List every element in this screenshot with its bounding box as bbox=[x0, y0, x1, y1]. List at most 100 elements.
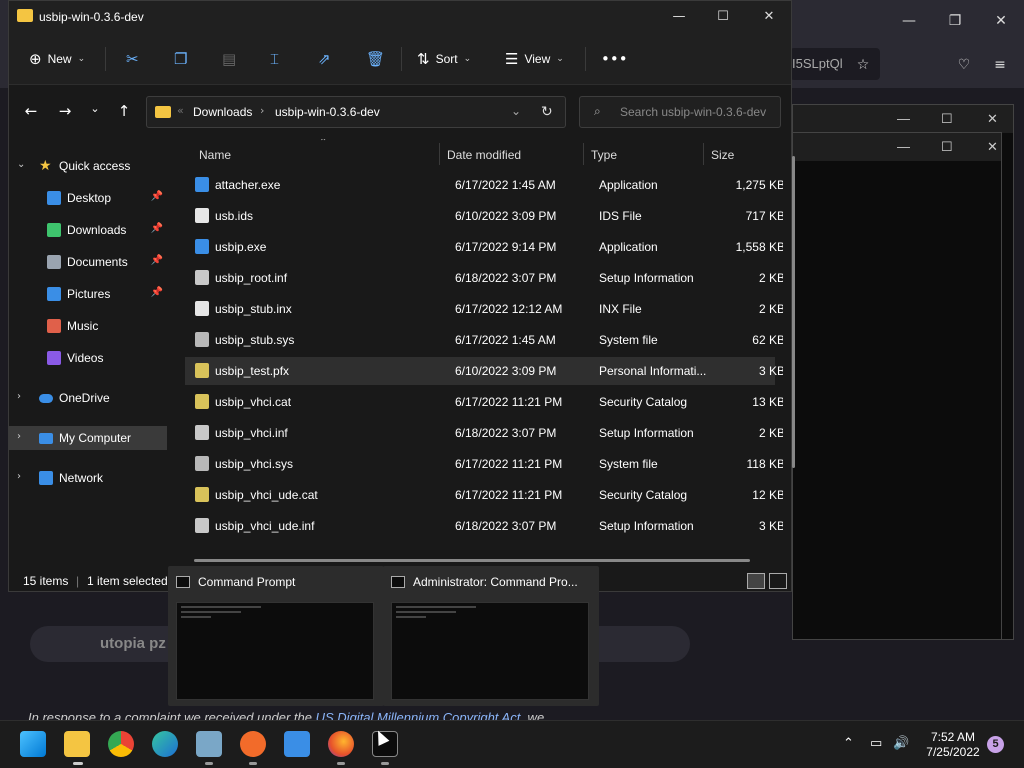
pin-icon[interactable]: 📌 bbox=[151, 191, 163, 202]
back-arrow-icon[interactable]: ← bbox=[21, 102, 41, 120]
rename-button[interactable]: ⌶ bbox=[270, 46, 279, 72]
taskbar: ⌃ ▭ 🔊 7:52 AM 7/25/2022 5 bbox=[0, 720, 1024, 768]
remote-desktop-icon[interactable] bbox=[196, 731, 222, 757]
chrome-icon[interactable] bbox=[108, 731, 134, 757]
breadcrumb-current[interactable]: usbip-win-0.3.6-dev bbox=[275, 105, 380, 119]
chevron-down-icon: ⌄ bbox=[556, 54, 564, 64]
share-button[interactable]: ⇗ bbox=[318, 46, 331, 72]
file-type: Security Catalog bbox=[599, 395, 688, 409]
edge-icon[interactable] bbox=[152, 731, 178, 757]
file-file-icon bbox=[195, 208, 209, 223]
search-input[interactable]: ⌕ Search usbip-win-0.3.6-dev bbox=[579, 96, 781, 128]
minimize-icon[interactable]: — bbox=[669, 7, 689, 27]
star-icon: ★ bbox=[39, 157, 52, 173]
start-icon[interactable] bbox=[20, 731, 46, 757]
pin-icon[interactable]: 📌 bbox=[151, 223, 163, 234]
pin-icon[interactable]: 📌 bbox=[151, 255, 163, 266]
bg-minimize-icon[interactable]: — bbox=[900, 12, 918, 30]
store-icon[interactable] bbox=[284, 731, 310, 757]
file-row[interactable]: usb.ids 6/10/2022 3:09 PM IDS File 717 KB bbox=[185, 202, 783, 230]
file-row[interactable]: usbip.exe 6/17/2022 9:14 PM Application 1,5… bbox=[185, 233, 783, 261]
nav-item-documents[interactable]: Documents 📌 bbox=[9, 250, 167, 274]
file-row[interactable]: usbip_vhci.cat 6/17/2022 11:21 PM Security… bbox=[185, 388, 783, 416]
nav-item-downloads[interactable]: Downloads 📌 bbox=[9, 218, 167, 242]
copy-icon: ❐ bbox=[174, 50, 188, 68]
more-options-button[interactable]: ••• bbox=[601, 46, 628, 72]
column-header-name[interactable]: Name bbox=[199, 139, 231, 169]
maximize-icon[interactable]: ☐ bbox=[713, 7, 733, 27]
cut-button[interactable]: ✂ bbox=[126, 46, 139, 72]
bg-maximize-icon[interactable]: ❐ bbox=[946, 12, 964, 30]
vertical-scrollbar[interactable] bbox=[792, 156, 795, 468]
nav-quick-access[interactable]: ⌄ ★ Quick access bbox=[9, 154, 167, 178]
pocket-icon[interactable]: ♡ bbox=[955, 56, 973, 74]
large-icons-view-button[interactable] bbox=[769, 573, 787, 589]
breadcrumb-downloads[interactable]: Downloads bbox=[193, 105, 252, 119]
details-view-button[interactable] bbox=[747, 573, 765, 589]
new-button[interactable]: ⊕ New ⌄ bbox=[29, 46, 85, 72]
column-header-date[interactable]: Date modified bbox=[447, 139, 521, 169]
file-type: IDS File bbox=[599, 209, 642, 223]
file-row[interactable]: usbip_stub.inx 6/17/2022 12:12 AM INX File… bbox=[185, 295, 783, 323]
file-size: 3 KB bbox=[758, 364, 783, 378]
forward-arrow-icon[interactable]: → bbox=[55, 102, 75, 120]
file-row[interactable]: attacher.exe 6/17/2022 1:45 AM Application… bbox=[185, 171, 783, 199]
address-dropdown-icon[interactable]: ⌄ bbox=[511, 104, 521, 118]
taskbar-preview-admin-cmd[interactable]: Administrator: Command Pro... bbox=[383, 566, 599, 706]
column-divider[interactable] bbox=[703, 143, 704, 165]
column-header-type[interactable]: Type bbox=[591, 139, 617, 169]
up-arrow-icon[interactable]: ↑ bbox=[114, 102, 134, 120]
nav-my-computer[interactable]: › My Computer bbox=[9, 426, 167, 450]
file-size: 62 KB bbox=[752, 333, 783, 347]
column-divider[interactable] bbox=[439, 143, 440, 165]
bookmark-star-icon[interactable]: ☆ bbox=[854, 56, 872, 74]
file-row[interactable]: usbip_test.pfx 6/10/2022 3:09 PM Personal … bbox=[185, 357, 783, 385]
nav-onedrive[interactable]: › OneDrive bbox=[9, 386, 167, 410]
file-name: usbip_vhci.inf bbox=[215, 426, 288, 440]
view-button[interactable]: ☰ View ⌄ bbox=[505, 46, 564, 72]
file-size: 2 KB bbox=[758, 302, 783, 316]
brave-icon[interactable] bbox=[240, 731, 266, 757]
file-row[interactable]: usbip_vhci.sys 6/17/2022 11:21 PM System f… bbox=[185, 450, 783, 478]
taskbar-preview-cmd[interactable]: Command Prompt bbox=[168, 566, 384, 706]
explorer-titlebar[interactable]: usbip-win-0.3.6-dev — ☐ ✕ bbox=[9, 1, 791, 33]
sort-button[interactable]: ⇅ Sort ⌄ bbox=[417, 46, 471, 72]
nav-item-pictures[interactable]: Pictures 📌 bbox=[9, 282, 167, 306]
file-date: 6/18/2022 3:07 PM bbox=[455, 519, 557, 533]
file-row[interactable]: usbip_vhci_ude.inf 6/18/2022 3:07 PM Setup… bbox=[185, 512, 783, 540]
file-row[interactable]: usbip_stub.sys 6/17/2022 1:45 AM System fi… bbox=[185, 326, 783, 354]
document-icon bbox=[47, 255, 61, 269]
file-explorer-window: usbip-win-0.3.6-dev — ☐ ✕ ⊕ New ⌄ ✂ ❐ ▤ … bbox=[8, 0, 795, 592]
firefox-icon[interactable] bbox=[328, 731, 354, 757]
nav-item-desktop[interactable]: Desktop 📌 bbox=[9, 186, 167, 210]
network-tray-icon[interactable]: ▭ bbox=[870, 736, 882, 751]
running-indicator bbox=[205, 762, 213, 765]
folder-icon bbox=[17, 9, 33, 22]
file-explorer-icon[interactable] bbox=[64, 731, 90, 757]
column-divider[interactable] bbox=[583, 143, 584, 165]
recent-chevron-icon[interactable]: ⌄ bbox=[85, 102, 105, 115]
bg-close-icon[interactable]: ✕ bbox=[992, 12, 1010, 30]
paste-button[interactable]: ▤ bbox=[222, 46, 236, 72]
menu-icon[interactable]: ≡ bbox=[991, 56, 1009, 74]
refresh-icon[interactable]: ↻ bbox=[541, 104, 553, 120]
close-icon[interactable]: ✕ bbox=[759, 7, 779, 27]
pin-icon[interactable]: 📌 bbox=[151, 287, 163, 298]
delete-button[interactable]: 🗑 bbox=[366, 46, 385, 72]
nav-network[interactable]: › Network bbox=[9, 466, 167, 490]
file-row[interactable]: usbip_root.inf 6/18/2022 3:07 PM Setup Inf… bbox=[185, 264, 783, 292]
nav-item-music[interactable]: Music bbox=[9, 314, 167, 338]
file-row[interactable]: usbip_vhci_ude.cat 6/17/2022 11:21 PM Secu… bbox=[185, 481, 783, 509]
file-row[interactable]: usbip_vhci.inf 6/18/2022 3:07 PM Setup Inf… bbox=[185, 419, 783, 447]
column-header-size[interactable]: Size bbox=[711, 139, 734, 169]
clock[interactable]: 7:52 AM 7/25/2022 bbox=[920, 730, 986, 760]
horizontal-scrollbar[interactable] bbox=[194, 559, 750, 562]
volume-icon[interactable]: 🔊 bbox=[893, 736, 909, 751]
trash-icon: 🗑 bbox=[366, 50, 386, 68]
notification-badge[interactable]: 5 bbox=[987, 736, 1004, 753]
tray-overflow-icon[interactable]: ⌃ bbox=[843, 736, 854, 751]
address-bar[interactable]: « Downloads › usbip-win-0.3.6-dev ⌄ ↻ bbox=[146, 96, 566, 128]
navigation-pane: ⌄ ★ Quick access Desktop 📌 Downloads 📌 Docum… bbox=[9, 139, 169, 563]
nav-item-videos[interactable]: Videos bbox=[9, 346, 167, 370]
copy-button[interactable]: ❐ bbox=[174, 46, 187, 72]
